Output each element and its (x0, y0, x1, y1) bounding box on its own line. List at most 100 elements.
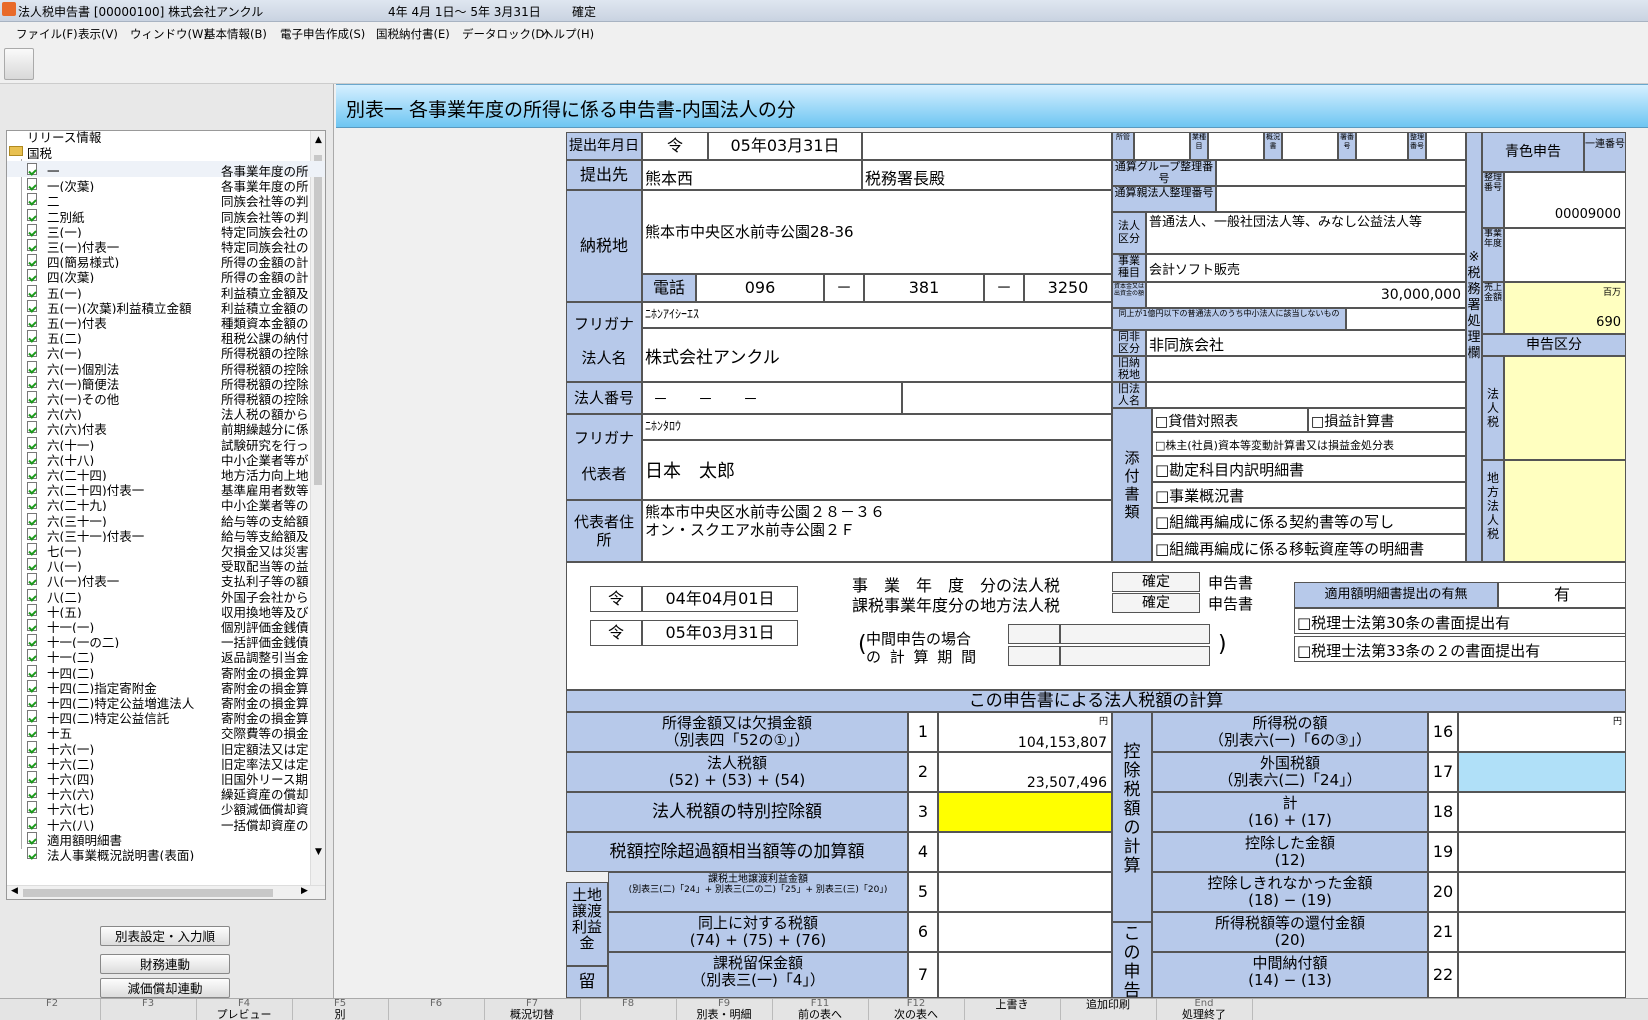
submit-era[interactable]: 令 (642, 132, 708, 160)
function-key[interactable]: F6 (388, 999, 485, 1020)
scroll-h-thumb[interactable] (23, 889, 273, 897)
tree-item[interactable]: 十四(二)特定公益信託 寄附金の損金算 (7, 708, 325, 724)
calc-right-value-22[interactable] (1458, 952, 1626, 998)
function-key[interactable]: F9 別表・明細 (676, 999, 773, 1020)
tree-root[interactable]: リリース情報 (7, 131, 325, 143)
tree-item[interactable]: 八(一)付表一 支払利子等の額 (7, 571, 325, 587)
tree-item[interactable]: 六(一)簡便法 所得税額の控除 (7, 374, 325, 390)
business-field[interactable]: 会計ソフト販売 (1146, 254, 1466, 282)
tree-item[interactable]: 十六(四) 旧国外リース期 (7, 769, 325, 785)
function-key[interactable]: 上書き (964, 999, 1061, 1020)
tree-item[interactable]: 六(十一) 試験研究を行っ (7, 435, 325, 451)
calc-left-value-4[interactable] (938, 832, 1112, 872)
calc-left-value-1[interactable]: 104,153,807 円 (938, 712, 1112, 752)
function-key[interactable]: F7 概況切替 (484, 999, 581, 1020)
chihou-field[interactable] (1504, 460, 1626, 562)
tiny-box-3[interactable] (1282, 132, 1338, 160)
toolbar-button[interactable] (4, 48, 34, 80)
menu-view[interactable]: 表示(V) (78, 26, 118, 42)
calc-right-value-20[interactable] (1458, 872, 1626, 912)
sheet-settings-button[interactable]: 別表設定・入力順 (100, 926, 230, 946)
tree-item[interactable]: 六(六) 法人税の額から (7, 404, 325, 420)
tree-item[interactable]: 六(十八) 中小企業者等が (7, 450, 325, 466)
period-from-field[interactable]: 04年04月01日 (642, 586, 798, 612)
tree-item[interactable]: 六(一)個別法 所得税額の控除 (7, 359, 325, 375)
tree-group-national-tax[interactable]: 国税 (7, 143, 325, 159)
sales-field[interactable]: 百万 690 (1504, 282, 1626, 334)
tree-item[interactable]: 五(一) 利益積立金額及 (7, 283, 325, 299)
family-field[interactable]: 非同族会社 (1146, 330, 1466, 356)
calc-left-value-2[interactable]: 23,507,496 (938, 752, 1112, 792)
houjinzei-field[interactable] (1504, 356, 1626, 460)
old-tax-field[interactable] (1146, 356, 1466, 382)
menu-window[interactable]: ウィンドウ(W) (130, 26, 208, 42)
attach-balance-sheet[interactable]: □貸借対照表 (1152, 408, 1308, 432)
attach-account-detail[interactable]: □勘定科目内訳明細書 (1152, 456, 1466, 482)
submit-date-field[interactable]: 05年03月31日 (708, 132, 862, 160)
corp-num-field[interactable]: － － － (642, 382, 902, 414)
attach-business-overview[interactable]: □事業概況書 (1152, 482, 1466, 508)
function-key[interactable]: F8 (580, 999, 677, 1020)
tree-item[interactable]: 十六(一) 旧定額法又は定 (7, 739, 325, 755)
scroll-left-icon[interactable]: ◀ (11, 886, 18, 896)
tel-2[interactable]: 381 (864, 274, 984, 302)
tree-item[interactable]: 六(二十四) 地方活力向上地 (7, 465, 325, 481)
rep-name-field[interactable]: 日本 太郎 (642, 440, 1112, 500)
zeirishi-30-checkbox[interactable]: □税理士法第30条の書面提出有 (1294, 608, 1626, 634)
tree-item[interactable]: 十四(二)特定公益増進法人 寄附金の損金算 (7, 693, 325, 709)
function-key[interactable]: F12 次の表へ (868, 999, 965, 1020)
tree-item[interactable]: 七(一) 欠損金又は災害 (7, 541, 325, 557)
function-key[interactable]: F3 (100, 999, 197, 1020)
calc-right-value-16[interactable]: 円 (1458, 712, 1626, 752)
calc-left-value-7[interactable] (938, 952, 1112, 998)
tree-item[interactable]: 六(二十九) 中小企業者等の (7, 495, 325, 511)
attach-reorg-assets[interactable]: □組織再編成に係る移転資産等の明細書 (1152, 534, 1466, 562)
tel-3[interactable]: 3250 (1024, 274, 1112, 302)
old-name-field[interactable] (1146, 382, 1466, 408)
tree-item[interactable]: 十一(一の二) 一括評価金銭債 (7, 632, 325, 648)
form-tree[interactable]: リリース情報 国税 ▲ ▼ ◀ ▶ 一各事業年度の所 一(次葉) 各事業年度の所二同… (6, 130, 326, 900)
menu-basic-info[interactable]: 基本情報(B) (204, 26, 267, 42)
kakutei-1[interactable]: 確定 (1112, 572, 1200, 592)
tree-item[interactable]: 十六(七) 少額減価償却資 (7, 799, 325, 815)
function-key[interactable]: F11 前の表へ (772, 999, 869, 1020)
tree-item[interactable]: 一(次葉) 各事業年度の所 (7, 176, 325, 192)
tree-item[interactable]: 二 同族会社等の判 (7, 191, 325, 207)
tree-item[interactable]: 五(二) 租税公課の納付 (7, 328, 325, 344)
calc-left-value-6[interactable] (938, 912, 1112, 952)
tree-item[interactable]: 十(五) 収用換地等及び (7, 602, 325, 618)
corp-class-field[interactable]: 普通法人、一般社団法人等、みなし公益法人等 (1146, 212, 1466, 254)
calc-left-value-3[interactable] (938, 792, 1112, 832)
grp-field-1[interactable] (1216, 160, 1466, 186)
tree-item[interactable]: 六(一)その他 所得税額の控除 (7, 389, 325, 405)
capital-note-field[interactable] (1346, 308, 1466, 330)
calc-right-value-18[interactable] (1458, 792, 1626, 832)
interim-era-1[interactable] (1008, 624, 1060, 644)
attach-equity-statement[interactable]: □株主(社員)資本等変動計算書又は損益金処分表 (1152, 432, 1466, 456)
period-to-field[interactable]: 05年03月31日 (642, 620, 798, 646)
tree-item[interactable]: 五(一)付表 種類資本金額の (7, 313, 325, 329)
attach-income-statement[interactable]: □損益計算書 (1308, 408, 1466, 432)
tree-item[interactable]: 六(六)付表 前期繰越分に係 (7, 419, 325, 435)
tree-item[interactable]: 十四(二) 寄附金の損金算 (7, 663, 325, 679)
interim-from[interactable] (1060, 624, 1210, 644)
tree-item[interactable]: 四(次葉) 所得の金額の計 (7, 267, 325, 283)
tree-item[interactable]: 二別紙 同族会社等の判 (7, 207, 325, 223)
tree-item[interactable]: 四(簡易様式) 所得の金額の計 (7, 252, 325, 268)
tiny-box-2[interactable] (1208, 132, 1264, 160)
depreciation-link-button[interactable]: 減価償却連動 (100, 978, 230, 998)
tree-item[interactable]: 三(一) 特定同族会社の (7, 222, 325, 238)
rep-addr-field[interactable]: 熊本市中央区水前寺公園２８－３６ オン・スクエア水前寺公園２Ｆ (642, 500, 1112, 562)
period-from-era[interactable]: 令 (590, 586, 642, 612)
function-key[interactable]: F4 プレビュー (196, 999, 293, 1020)
tree-item[interactable]: 十五 交際費等の損金 (7, 723, 325, 739)
function-key[interactable]: F5 別 (292, 999, 389, 1020)
seiri-number[interactable]: 00009000 (1504, 172, 1626, 228)
interim-era-2[interactable] (1008, 646, 1060, 666)
finance-link-button[interactable]: 財務連動 (100, 954, 230, 974)
tree-item[interactable]: 十一(二) 返品調整引当金 (7, 647, 325, 663)
calc-right-value-19[interactable] (1458, 832, 1626, 872)
tree-item[interactable]: 一 各事業年度の所 (7, 161, 325, 177)
function-key[interactable]: F2 (4, 999, 101, 1020)
kakutei-2[interactable]: 確定 (1112, 593, 1200, 613)
